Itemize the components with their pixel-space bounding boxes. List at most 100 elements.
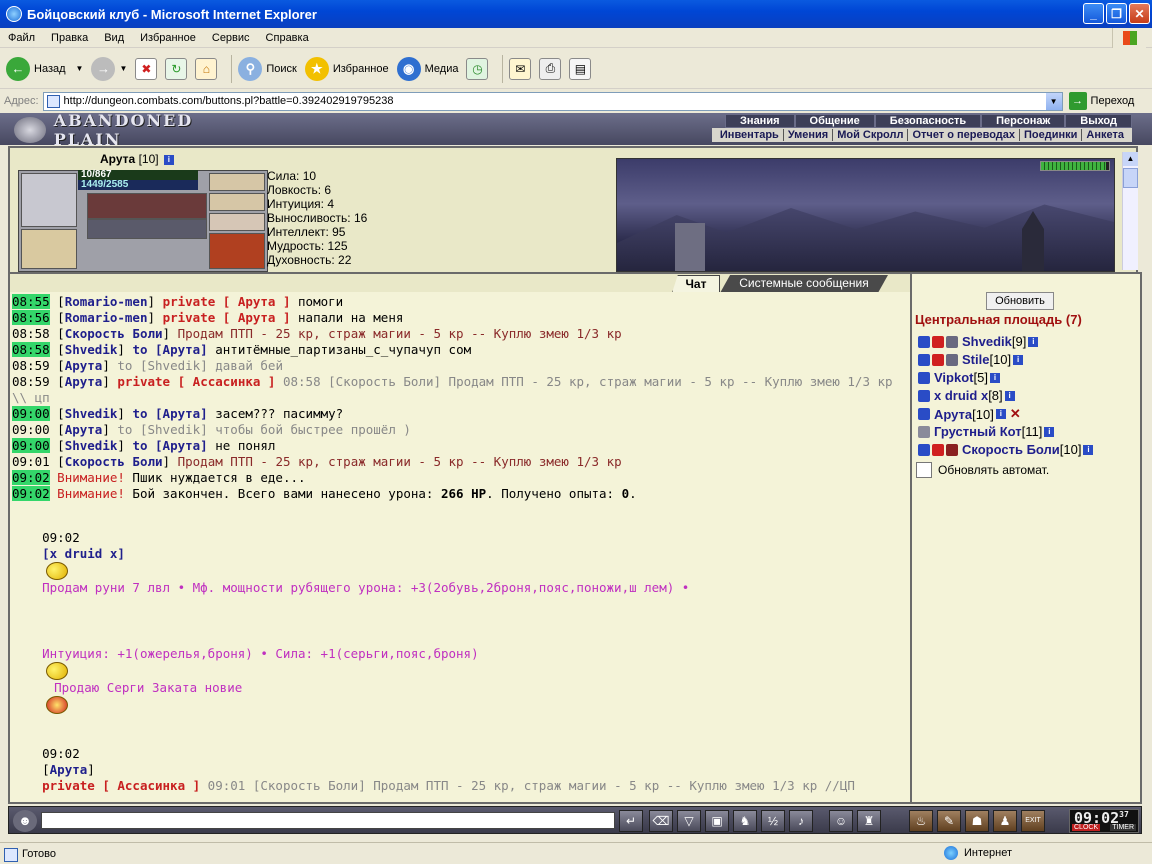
info-icon[interactable]: i (995, 409, 1006, 419)
chat-nick[interactable]: to [Арута] (132, 342, 207, 357)
chat-nick[interactable]: Арута (65, 374, 103, 389)
necklace-slot-icon[interactable] (209, 193, 265, 211)
online-user[interactable]: Shvedik [9] i (918, 334, 1039, 349)
helmet-slot-icon[interactable] (21, 173, 77, 227)
home-icon[interactable]: ⌂ (195, 57, 218, 80)
subnav-inventory[interactable]: Инвентарь (716, 129, 784, 141)
user-action-icon[interactable] (918, 425, 930, 438)
user-action-icon[interactable] (918, 353, 930, 366)
user-action-icon[interactable] (918, 371, 930, 384)
online-user[interactable]: Stile [10] i (918, 352, 1024, 367)
refresh-button[interactable]: Обновить (986, 292, 1054, 310)
clock-toggle[interactable]: CLOCK (1072, 824, 1101, 831)
chat-nick[interactable]: to [Арута] (132, 438, 207, 453)
fight-cross-icon[interactable]: ✕ (1010, 406, 1021, 422)
chat-nick[interactable]: to [Арута] (132, 406, 207, 421)
user-action-icon[interactable] (932, 353, 944, 366)
search-button[interactable]: ⚲ Поиск (238, 53, 297, 85)
online-user[interactable]: Грустный Кот [11] i (918, 424, 1055, 439)
user-action-icon[interactable] (918, 443, 930, 456)
subnav-profile[interactable]: Анкета (1082, 129, 1128, 141)
user-action-icon[interactable] (918, 335, 930, 348)
info-icon[interactable]: i (989, 372, 1000, 383)
chat-nick[interactable]: Romario-men (65, 310, 148, 325)
user-action-icon[interactable] (946, 353, 958, 366)
user-action-icon[interactable] (946, 335, 958, 348)
user-action-icons[interactable] (918, 408, 930, 420)
nav-communication[interactable]: Общение (794, 114, 875, 128)
user-action-icon[interactable] (946, 443, 958, 456)
earring-slot-icon[interactable] (209, 173, 265, 191)
menu-file[interactable]: Файл (0, 32, 43, 44)
auto-refresh-checkbox[interactable]: Обновлять автомат. (916, 462, 1049, 478)
forward-dropdown-icon[interactable]: ▼ (119, 64, 127, 73)
user-action-icons[interactable] (918, 425, 930, 438)
info-icon[interactable]: i (1083, 444, 1094, 455)
favorites-button[interactable]: ★ Избранное (304, 53, 389, 85)
edit-icon[interactable]: ▤ (569, 57, 592, 80)
chat-nick[interactable]: Romario-men (65, 294, 148, 309)
filter-icon[interactable]: ▽ (677, 810, 701, 832)
exit-icon[interactable]: EXIT (1021, 810, 1045, 832)
scroll-speed-icon[interactable]: ½ (761, 810, 785, 832)
go-button[interactable]: → Переход (1068, 92, 1134, 110)
mail-icon[interactable]: ✉ (509, 57, 532, 80)
bracers-slot-icon[interactable] (21, 229, 77, 269)
eraser-icon[interactable]: ⌫ (649, 810, 673, 832)
top-scrollbar[interactable]: ▲ (1122, 152, 1138, 270)
chat-nick[interactable]: Скорость Боли (65, 454, 163, 469)
media-button[interactable]: ◉ Медиа (396, 53, 458, 85)
chat-nick[interactable]: Арута (50, 762, 88, 777)
bag-icon[interactable]: ♟ (993, 810, 1017, 832)
online-user[interactable]: x druid x [8] i (918, 388, 1015, 403)
minimize-button[interactable]: _ (1083, 3, 1104, 24)
menu-edit[interactable]: Правка (43, 32, 96, 44)
save-icon[interactable]: ▣ (705, 810, 729, 832)
helmet-icon[interactable]: ♜ (857, 810, 881, 832)
online-user-name[interactable]: Арута (934, 407, 972, 422)
back-dropdown-icon[interactable]: ▼ (76, 64, 84, 73)
user-action-icons[interactable] (918, 371, 930, 384)
online-user-name[interactable]: x druid x (934, 388, 988, 403)
checkbox-icon[interactable] (916, 462, 932, 478)
scroll-thumb[interactable] (1123, 168, 1138, 188)
ring-slots-icon[interactable] (87, 219, 207, 239)
mask-icon[interactable]: ☗ (965, 810, 989, 832)
nav-exit[interactable]: Выход (1065, 114, 1132, 128)
address-input[interactable]: http://dungeon.combats.com/buttons.pl?ba… (42, 91, 1063, 111)
chat-input[interactable] (41, 812, 615, 829)
subnav-fights[interactable]: Поединки (1020, 129, 1083, 141)
menu-tools[interactable]: Сервис (204, 32, 258, 44)
chat-nick[interactable]: [x druid x] (42, 546, 125, 561)
info-icon[interactable]: i (1013, 354, 1024, 365)
forward-button[interactable]: → ▼ (91, 53, 127, 85)
info-icon[interactable]: i (1028, 336, 1039, 347)
tab-system-messages[interactable]: Системные сообщения (720, 275, 888, 293)
online-user-name[interactable]: Stile (962, 352, 989, 367)
online-user[interactable]: Скорость Боли [10] i (918, 442, 1094, 457)
nav-security[interactable]: Безопасность (874, 114, 982, 128)
online-user-name[interactable]: Shvedik (962, 334, 1012, 349)
subnav-my-scroll[interactable]: Мой Скролл (833, 129, 909, 141)
info-icon[interactable]: i (1004, 390, 1015, 401)
user-action-icons[interactable] (918, 353, 958, 366)
back-button[interactable]: ← Назад ▼ (6, 53, 83, 85)
user-action-icon[interactable] (932, 443, 944, 456)
print-icon[interactable]: ⎙ (539, 57, 562, 80)
chat-nick[interactable]: Арута (65, 358, 103, 373)
user-action-icon[interactable] (918, 408, 930, 420)
amulet-slots-icon[interactable] (87, 193, 207, 219)
smiles-icon[interactable]: ☺ (829, 810, 853, 832)
menu-favorites[interactable]: Избранное (132, 32, 204, 44)
online-user-name[interactable]: Скорость Боли (962, 442, 1060, 457)
user-action-icons[interactable] (918, 335, 958, 348)
info-icon[interactable]: i (163, 154, 174, 165)
fighter-icon[interactable]: ♞ (733, 810, 757, 832)
user-action-icon[interactable] (918, 389, 930, 402)
menu-view[interactable]: Вид (96, 32, 132, 44)
chat-nick[interactable]: Скорость Боли (65, 326, 163, 341)
chat-nick[interactable]: Shvedik (65, 438, 118, 453)
tab-chat[interactable]: Чат (672, 275, 720, 293)
refresh-icon[interactable]: ↻ (165, 57, 188, 80)
stop-icon[interactable]: ✖ (135, 57, 158, 80)
